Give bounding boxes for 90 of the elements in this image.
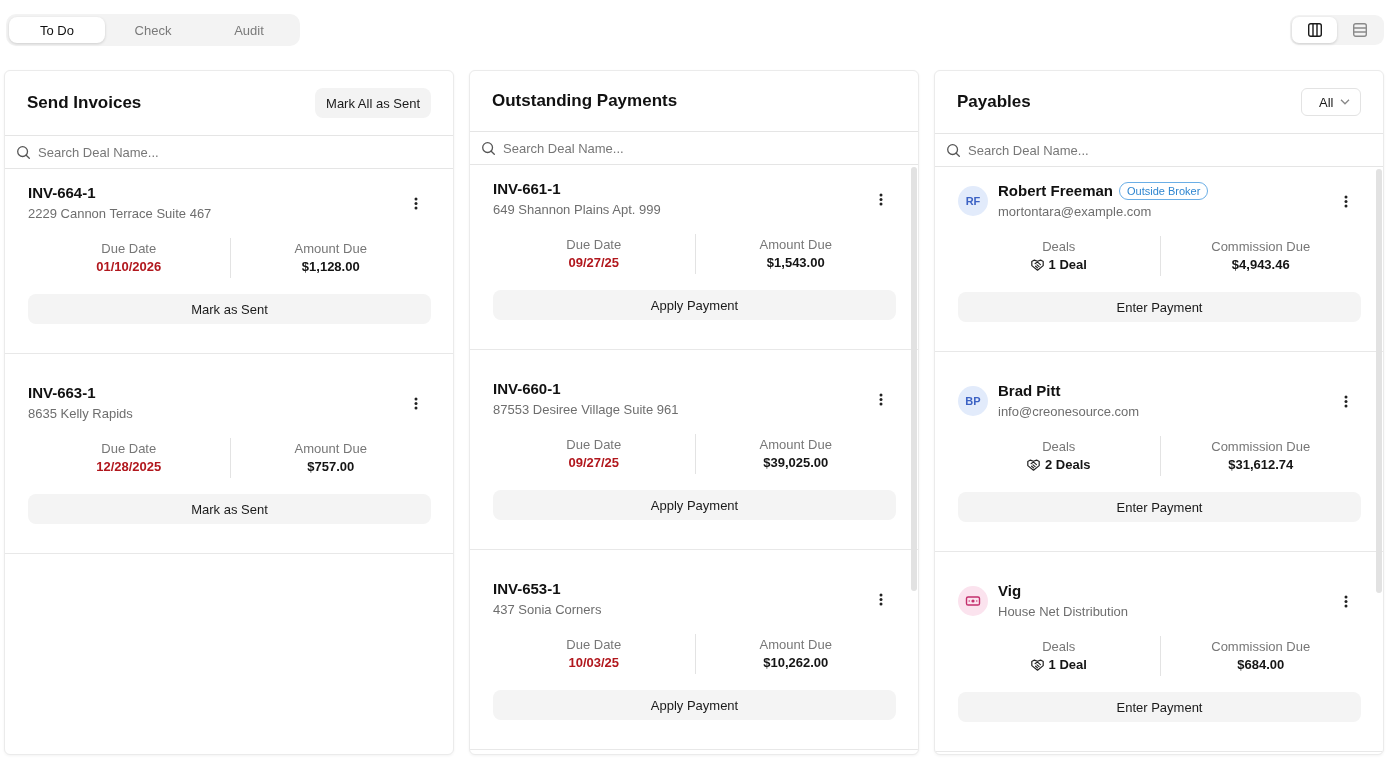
tab[interactable]: Check bbox=[105, 17, 201, 43]
address-text: 2229 Cannon Terrace Suite 467 bbox=[28, 206, 212, 221]
search-field[interactable]: Search Deal Name... bbox=[968, 140, 1371, 160]
stat-label: Amount Due bbox=[294, 440, 367, 458]
handshake-icon bbox=[1026, 459, 1040, 471]
more-icon[interactable] bbox=[414, 396, 418, 410]
stat-label: Commission Due bbox=[1211, 438, 1311, 456]
address-text: 8635 Kelly Rapids bbox=[28, 406, 133, 421]
payee-detail: info@creonesource.com bbox=[998, 404, 1140, 419]
stat-label: Amount Due bbox=[759, 436, 832, 454]
tab[interactable]: Audit bbox=[201, 17, 297, 43]
more-icon[interactable] bbox=[879, 192, 883, 206]
stat-label: Deals bbox=[1042, 238, 1076, 256]
panel-title: Outstanding Payments bbox=[492, 90, 678, 112]
deal-count: 1 Deal bbox=[1048, 656, 1087, 674]
banknote-icon bbox=[958, 586, 988, 616]
invoice-number: INV-663-1 bbox=[28, 383, 96, 403]
due-date: 12/28/2025 bbox=[96, 458, 162, 476]
action-button[interactable]: Mark as Sent bbox=[28, 494, 431, 524]
action-button[interactable]: Mark as Sent bbox=[28, 294, 431, 324]
deal-count: 1 Deal bbox=[1048, 256, 1087, 274]
stat-label: Due Date bbox=[101, 440, 157, 458]
more-icon[interactable] bbox=[414, 196, 418, 210]
due-date: 09/27/25 bbox=[568, 254, 620, 272]
invoice-number: INV-660-1 bbox=[493, 379, 561, 399]
columns-icon bbox=[1307, 23, 1322, 37]
due-date: 10/03/25 bbox=[568, 654, 620, 672]
panel-title: Payables bbox=[957, 91, 1031, 113]
stat-label: Due Date bbox=[566, 636, 622, 654]
scrollbar[interactable] bbox=[911, 167, 917, 591]
panel-title: Send Invoices bbox=[27, 92, 142, 114]
payee-detail: mortontara@example.com bbox=[998, 204, 1152, 219]
address-text: 437 Sonia Corners bbox=[493, 602, 602, 617]
view-button[interactable] bbox=[1292, 17, 1337, 43]
payee-name: Brad Pitt bbox=[998, 381, 1061, 401]
stat-label: Commission Due bbox=[1211, 638, 1311, 656]
action-button[interactable]: Apply Payment bbox=[493, 290, 896, 320]
due-date: 01/10/2026 bbox=[96, 258, 162, 276]
payee-detail: House Net Distribution bbox=[998, 604, 1129, 619]
stat-label: Deals bbox=[1042, 438, 1076, 456]
tab[interactable]: To Do bbox=[9, 17, 105, 43]
filter-dropdown[interactable]: All bbox=[1301, 88, 1361, 116]
search-field[interactable]: Search Deal Name... bbox=[38, 142, 441, 162]
handshake-icon bbox=[1030, 259, 1044, 271]
action-button[interactable]: Apply Payment bbox=[493, 690, 896, 720]
invoice-number: INV-664-1 bbox=[28, 183, 96, 203]
payee-name: Vig bbox=[998, 581, 1022, 601]
amount-value: $39,025.00 bbox=[763, 454, 829, 472]
amount-value: $1,543.00 bbox=[766, 254, 825, 272]
stat-label: Amount Due bbox=[294, 240, 367, 258]
amount-value: $1,128.00 bbox=[301, 258, 360, 276]
rows-icon bbox=[1352, 23, 1367, 37]
stat-label: Amount Due bbox=[759, 636, 832, 654]
amount-value: $31,612.74 bbox=[1228, 456, 1294, 474]
invoice-number: INV-661-1 bbox=[493, 179, 561, 199]
action-button[interactable]: Enter Payment bbox=[958, 292, 1361, 322]
scrollbar[interactable] bbox=[1376, 169, 1382, 593]
more-icon[interactable] bbox=[1344, 194, 1348, 208]
more-icon[interactable] bbox=[879, 392, 883, 406]
search-icon bbox=[947, 143, 960, 157]
initials-avatar: BP bbox=[958, 386, 988, 416]
deal-count: 2 Deals bbox=[1044, 456, 1091, 474]
due-date: 09/27/25 bbox=[568, 454, 620, 472]
more-icon[interactable] bbox=[879, 592, 883, 606]
action-button[interactable]: Enter Payment bbox=[958, 492, 1361, 522]
search-icon bbox=[482, 141, 495, 155]
action-button[interactable]: Enter Payment bbox=[958, 692, 1361, 722]
stat-label: Deals bbox=[1042, 638, 1076, 656]
mark-all-button[interactable]: Mark All as Sent bbox=[315, 88, 431, 118]
address-text: 649 Shannon Plains Apt. 999 bbox=[493, 202, 661, 217]
stat-label: Due Date bbox=[566, 236, 622, 254]
amount-value: $684.00 bbox=[1237, 656, 1285, 674]
amount-value: $10,262.00 bbox=[763, 654, 829, 672]
search-icon bbox=[17, 145, 30, 159]
action-button[interactable]: Apply Payment bbox=[493, 490, 896, 520]
address-text: 87553 Desiree Village Suite 961 bbox=[493, 402, 679, 417]
stat-label: Due Date bbox=[566, 436, 622, 454]
amount-value: $4,943.46 bbox=[1231, 256, 1290, 274]
stat-label: Amount Due bbox=[759, 236, 832, 254]
stat-label: Commission Due bbox=[1211, 238, 1311, 256]
stat-label: Due Date bbox=[101, 240, 157, 258]
handshake-icon bbox=[1030, 659, 1044, 671]
search-field[interactable]: Search Deal Name... bbox=[503, 138, 906, 158]
more-icon[interactable] bbox=[1344, 594, 1348, 608]
payee-name: Robert Freeman bbox=[998, 181, 1114, 201]
amount-value: $757.00 bbox=[307, 458, 355, 476]
more-icon[interactable] bbox=[1344, 394, 1348, 408]
invoice-number: INV-653-1 bbox=[493, 579, 561, 599]
chevron-down-icon bbox=[1340, 99, 1350, 105]
initials-avatar: RF bbox=[958, 186, 988, 216]
